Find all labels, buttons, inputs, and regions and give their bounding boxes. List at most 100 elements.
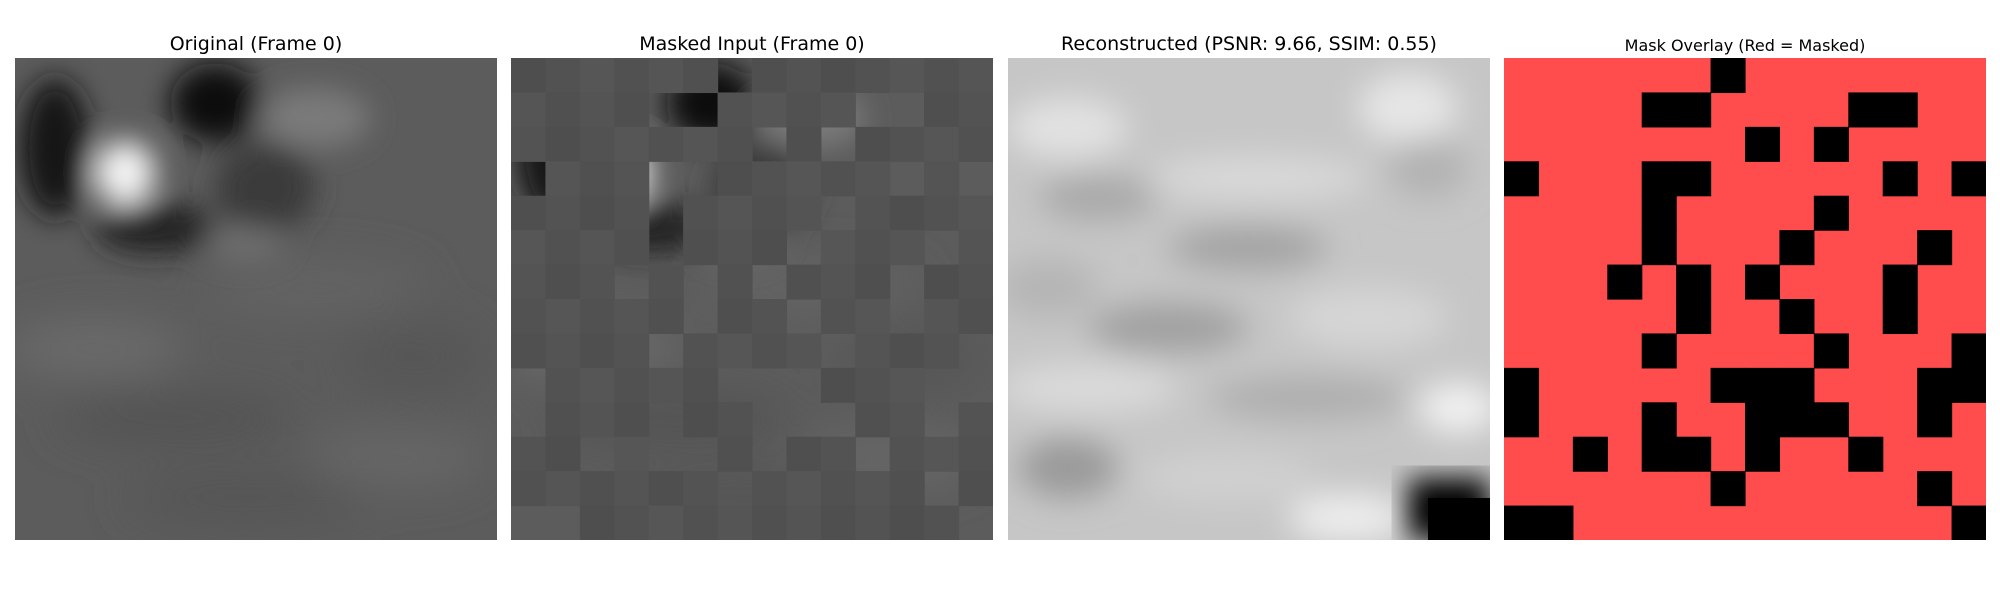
masked-patch-cell	[511, 58, 547, 94]
masked-patch-cell	[958, 299, 993, 335]
visible-patch-cell	[1676, 161, 1712, 197]
masked-patch-cell	[820, 471, 856, 507]
visible-patch-cell	[1504, 161, 1540, 197]
visible-patch-cell	[1848, 436, 1884, 472]
masked-patch-cell	[717, 333, 753, 369]
masked-patch-cell	[579, 333, 615, 369]
masked-patch-cell	[545, 92, 581, 128]
masked-patch-cell	[752, 161, 788, 197]
masked-patch-cell	[924, 299, 960, 335]
masked-patch-cell	[648, 264, 684, 300]
masked-patch-cell	[614, 367, 650, 403]
masked-patch-cell	[614, 92, 650, 128]
masked-patch-cell	[855, 264, 891, 300]
visible-patch-cell	[1917, 402, 1953, 438]
masked-patch-cell	[924, 195, 960, 231]
masked-patch-cell	[579, 367, 615, 403]
masked-patch-cell	[579, 230, 615, 266]
visible-patch-cell	[1641, 402, 1677, 438]
masked-patch-cell	[855, 126, 891, 162]
masked-patch-cell	[958, 92, 993, 128]
masked-patch-cell	[648, 299, 684, 335]
masked-patch-cell	[683, 58, 719, 94]
visible-patch-cell	[1504, 402, 1540, 438]
masked-patch-cell	[820, 92, 856, 128]
masked-patch-cell	[889, 333, 925, 369]
masked-patch-cell	[958, 126, 993, 162]
visible-patch-cell	[1917, 367, 1953, 403]
masked-patch-cell	[958, 471, 993, 507]
visible-patch-cell	[1951, 333, 1986, 369]
masked-patch-cell	[820, 505, 856, 540]
visible-patch-cell	[1951, 161, 1986, 197]
masked-patch-cell	[614, 195, 650, 231]
masked-patch-cell	[855, 161, 891, 197]
masked-patch-cell	[820, 299, 856, 335]
masked-patch-cell	[752, 505, 788, 540]
visible-patch-cell	[1813, 333, 1849, 369]
visible-patch-cell	[1813, 126, 1849, 162]
visible-patch-cell	[1676, 92, 1712, 128]
masked-patch-cell	[579, 264, 615, 300]
panel-title-reconstructed: Reconstructed (PSNR: 9.66, SSIM: 0.55)	[1061, 33, 1437, 55]
masked-patch-cell	[855, 505, 891, 540]
masked-patch-cell	[958, 230, 993, 266]
masked-patch-cell	[786, 126, 822, 162]
masked-patch-cell	[683, 402, 719, 438]
visible-patch-cell	[1917, 230, 1953, 266]
masked-patch-cell	[545, 402, 581, 438]
visible-patch-cell	[1745, 402, 1781, 438]
visible-patch-cell	[1745, 367, 1781, 403]
masked-patch-cell	[717, 402, 753, 438]
masked-patch-cell	[579, 92, 615, 128]
masked-patch-cell	[614, 333, 650, 369]
panel-title-masked: Masked Input (Frame 0)	[639, 33, 865, 55]
masked-patch-cell	[579, 299, 615, 335]
visible-patch-cell	[1641, 92, 1677, 128]
masked-patch-cell	[889, 126, 925, 162]
masked-patch-cell	[889, 505, 925, 540]
masked-patch-cell	[820, 230, 856, 266]
masked-patch-cell	[958, 58, 993, 94]
masked-patch-cell	[717, 92, 753, 128]
visible-patch-cell	[1882, 264, 1918, 300]
visible-patch-cell	[1572, 436, 1608, 472]
masked-patch-cell	[579, 161, 615, 197]
panel-masked: Masked Input (Frame 0)	[511, 0, 993, 600]
masked-patch-cell	[855, 58, 891, 94]
masked-patch-cell	[579, 402, 615, 438]
masked-patch-cell	[752, 92, 788, 128]
visible-patch-cell	[1504, 367, 1540, 403]
masked-patch-cell	[545, 436, 581, 472]
visible-patch-cell	[1813, 195, 1849, 231]
masked-patch-cell	[786, 264, 822, 300]
masked-patch-cell	[683, 333, 719, 369]
masked-patch-cell	[820, 436, 856, 472]
masked-patch-cell	[717, 195, 753, 231]
masked-patch-cell	[614, 58, 650, 94]
masked-patch-cell	[786, 436, 822, 472]
visible-patch-cell	[1504, 505, 1540, 540]
masked-patch-cell	[545, 299, 581, 335]
masked-patch-cell	[717, 161, 753, 197]
masked-patch-cell	[924, 505, 960, 540]
masked-patch-cell	[614, 471, 650, 507]
visible-patch-cell	[1710, 471, 1746, 507]
masked-patch-cell	[648, 505, 684, 540]
visible-patch-cell	[1538, 505, 1574, 540]
visible-patch-cell	[1917, 471, 1953, 507]
visible-patch-cell	[1641, 230, 1677, 266]
masked-patch-cell	[717, 230, 753, 266]
masked-patch-cell	[545, 58, 581, 94]
visible-patch-cell	[1779, 402, 1815, 438]
masked-patch-cell	[614, 230, 650, 266]
masked-patch-cell	[855, 471, 891, 507]
masked-patch-cell	[545, 161, 581, 197]
masked-patch-cell	[614, 299, 650, 335]
visible-patch-cell	[1641, 436, 1677, 472]
masked-patch-cell	[752, 299, 788, 335]
masked-patch-cell	[511, 299, 547, 335]
visible-patch-cell	[1779, 230, 1815, 266]
masked-patch-cell	[579, 471, 615, 507]
masked-patch-cell	[820, 264, 856, 300]
